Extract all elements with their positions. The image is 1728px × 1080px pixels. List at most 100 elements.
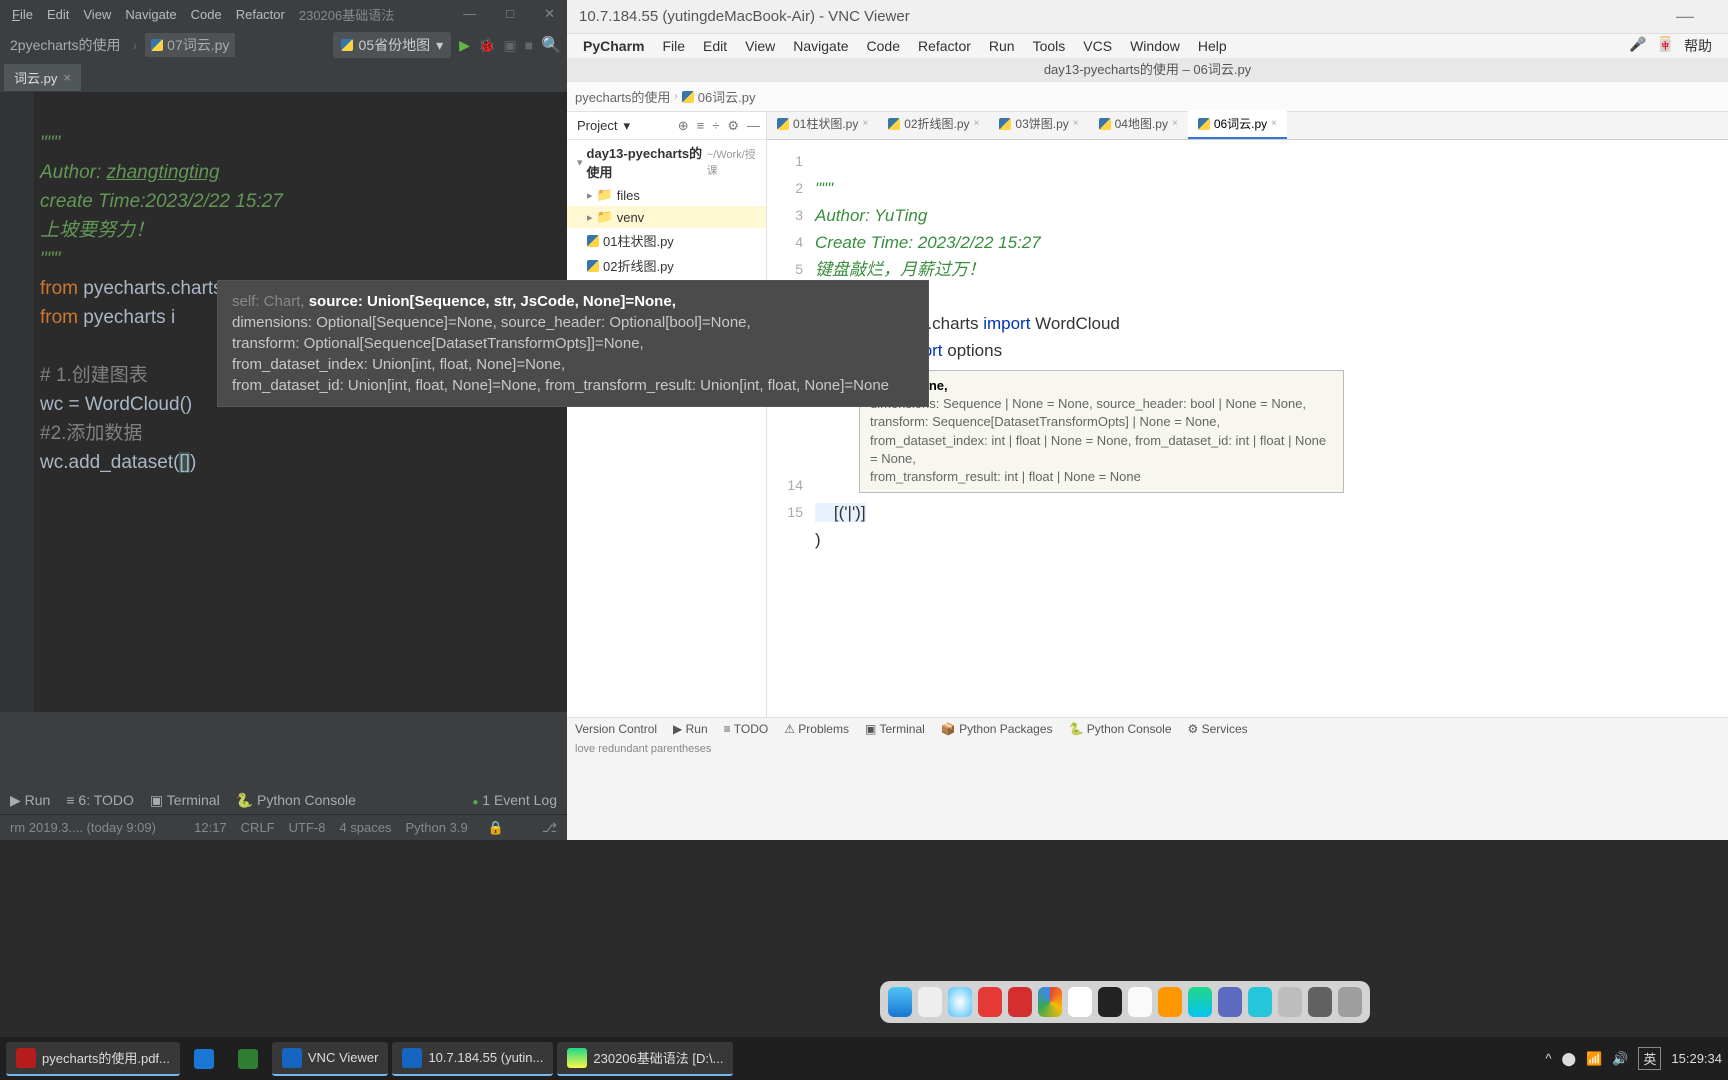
event-log[interactable]: ● 1 Event Log	[472, 792, 557, 808]
search-icon[interactable]: 🔍	[541, 35, 561, 55]
close-icon[interactable]: ×	[974, 118, 980, 129]
encoding[interactable]: UTF-8	[289, 820, 326, 835]
tab-wordcloud[interactable]: 词云.py ×	[4, 64, 81, 91]
lock-icon[interactable]: 🔒	[488, 820, 504, 836]
tree-root[interactable]: ▾ day13-pyecharts的使用 ~/Work/授课	[567, 140, 766, 184]
mac-menu-bar[interactable]: PyCharm File Edit View Navigate Code Ref…	[567, 34, 1728, 58]
cursor-position[interactable]: 12:17	[194, 820, 227, 835]
tab-item[interactable]: 04地图.py×	[1089, 110, 1188, 139]
dock-trash[interactable]	[1338, 987, 1362, 1017]
dock-pycharm[interactable]	[1188, 987, 1212, 1017]
run-tool[interactable]: ▶ Run	[673, 722, 708, 736]
terminal-tool[interactable]: ▣ Terminal	[150, 792, 220, 809]
version-control-tool[interactable]: Version Control	[575, 722, 657, 736]
terminal-tool[interactable]: ▣ Terminal	[865, 722, 925, 736]
run-tool[interactable]: ▶ Run	[10, 792, 50, 809]
menu-code[interactable]: Code	[867, 38, 900, 54]
close-icon[interactable]: ×	[1271, 118, 1277, 129]
tab-item-active[interactable]: 06词云.py×	[1188, 110, 1287, 139]
tray-chevron-up-icon[interactable]: ^	[1545, 1051, 1551, 1066]
packages-tool[interactable]: 📦 Python Packages	[941, 722, 1053, 736]
tree-file-item[interactable]: 02折线图.py	[567, 253, 766, 278]
tab-item[interactable]: 03饼图.py×	[989, 110, 1088, 139]
windows-taskbar[interactable]: pyecharts的使用.pdf... VNC Viewer 10.7.184.…	[0, 1037, 1728, 1080]
coverage-button[interactable]: ▣	[503, 37, 516, 54]
dock-terminal[interactable]	[1098, 987, 1122, 1017]
minimize-button[interactable]: —	[1676, 6, 1694, 27]
project-tool-window[interactable]: Project ▾ ⊕ ≡ ÷ ⚙ — ▾ day13-pyecharts的使用…	[567, 112, 767, 717]
tray-icon[interactable]: 🔊	[1612, 1051, 1628, 1067]
interpreter[interactable]: Python 3.9	[406, 820, 468, 835]
tray-ime[interactable]: 英	[1638, 1047, 1661, 1070]
taskbar-vnc[interactable]: VNC Viewer	[272, 1042, 389, 1076]
dock-app[interactable]	[1308, 987, 1332, 1017]
run-config-select[interactable]: 05省份地图 ▾	[333, 32, 452, 58]
maximize-button[interactable]: □	[500, 3, 520, 25]
hide-icon[interactable]: —	[747, 118, 760, 134]
menu-refactor[interactable]: Refactor	[230, 4, 291, 25]
menu-navigate[interactable]: Navigate	[793, 38, 848, 54]
menu-tools[interactable]: Tools	[1033, 38, 1066, 54]
taskbar-pycharm[interactable]: 230206基础语法 [D:\...	[557, 1042, 733, 1076]
todo-tool[interactable]: ≡ 6: TODO	[66, 792, 134, 808]
tray-icon[interactable]: ⬤	[1561, 1051, 1576, 1067]
breadcrumb[interactable]: 2pyecharts的使用	[6, 33, 124, 57]
dock-launchpad[interactable]	[918, 987, 942, 1017]
problems-tool[interactable]: ⚠ Problems	[784, 722, 849, 736]
breadcrumb-project[interactable]: pyecharts的使用	[575, 87, 670, 106]
mac-editor[interactable]: 01柱状图.py× 02折线图.py× 03饼图.py× 04地图.py× 06…	[767, 112, 1728, 717]
stop-button[interactable]: ■	[525, 37, 533, 53]
close-icon[interactable]: ×	[63, 70, 71, 85]
menu-edit[interactable]: Edit	[703, 38, 727, 54]
debug-button[interactable]: 🐞	[478, 37, 495, 54]
tree-files-dir[interactable]: ▸ 📁 files	[567, 184, 766, 206]
menu-help[interactable]: Help	[1198, 38, 1227, 54]
dock-app[interactable]	[1278, 987, 1302, 1017]
tab-item[interactable]: 02折线图.py×	[878, 110, 989, 139]
breadcrumb-file[interactable]: 07词云.py	[145, 33, 235, 57]
locate-icon[interactable]: ⊕	[678, 118, 689, 134]
dock-app-red[interactable]	[978, 987, 1002, 1017]
menu-file[interactable]: File	[6, 4, 39, 25]
system-tray[interactable]: ^ ⬤ 📶 🔊 英 15:29:34	[1545, 1047, 1722, 1070]
taskbar-wechat[interactable]	[228, 1042, 268, 1076]
dock-finder[interactable]	[888, 987, 912, 1017]
close-icon[interactable]: ×	[1172, 118, 1178, 129]
menu-code[interactable]: Code	[185, 4, 228, 25]
collapse-icon[interactable]: ÷	[712, 118, 719, 134]
menu-view[interactable]: View	[77, 4, 117, 25]
line-separator[interactable]: CRLF	[241, 820, 275, 835]
menu-edit[interactable]: Edit	[41, 4, 75, 25]
python-console-tool[interactable]: 🐍 Python Console	[236, 792, 356, 809]
tab-item[interactable]: 01柱状图.py×	[767, 110, 878, 139]
project-view-select[interactable]: Project ▾	[573, 116, 634, 136]
dock-chrome[interactable]	[1038, 987, 1062, 1017]
ime-icon[interactable]: 🀄	[1657, 36, 1674, 56]
dock-app[interactable]	[1218, 987, 1242, 1017]
menu-file[interactable]: File	[662, 38, 685, 54]
app-menu[interactable]: PyCharm	[583, 38, 644, 54]
help-icon[interactable]: 帮助	[1684, 36, 1712, 56]
tree-venv-dir[interactable]: ▸ 📁 venv	[567, 206, 766, 228]
mac-dock[interactable]	[880, 981, 1370, 1023]
dock-sublime[interactable]	[1158, 987, 1182, 1017]
dock-safari[interactable]	[948, 987, 972, 1017]
close-icon[interactable]: ×	[862, 118, 868, 129]
dock-app-red2[interactable]	[1008, 987, 1032, 1017]
todo-tool[interactable]: ≡ TODO	[724, 722, 769, 736]
taskbar-vnc-session[interactable]: 10.7.184.55 (yutin...	[392, 1042, 553, 1076]
vnc-title-bar[interactable]: 10.7.184.55 (yutingdeMacBook-Air) - VNC …	[567, 0, 1728, 34]
taskbar-app[interactable]	[184, 1042, 224, 1076]
services-tool[interactable]: ⚙ Services	[1188, 722, 1248, 736]
breadcrumb-file[interactable]: 06词云.py	[698, 87, 756, 106]
close-button[interactable]: ✕	[538, 3, 561, 25]
menu-view[interactable]: View	[745, 38, 775, 54]
minimize-button[interactable]: —	[457, 3, 482, 25]
menu-window[interactable]: Window	[1130, 38, 1180, 54]
indent[interactable]: 4 spaces	[339, 820, 391, 835]
close-icon[interactable]: ×	[1073, 118, 1079, 129]
mic-icon[interactable]: 🎤	[1629, 36, 1646, 56]
menu-vcs[interactable]: VCS	[1083, 38, 1112, 54]
dock-qq[interactable]	[1068, 987, 1092, 1017]
tray-clock[interactable]: 15:29:34	[1671, 1051, 1722, 1066]
